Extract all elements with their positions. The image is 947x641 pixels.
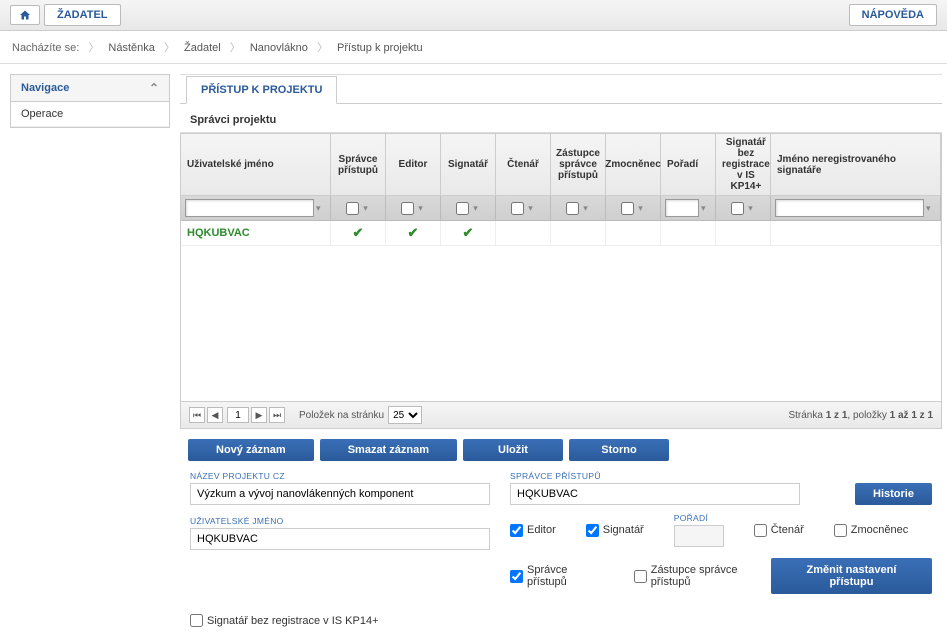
filter-reader[interactable] [511,202,524,215]
change-settings-button[interactable]: Změnit nastavení přístupu [771,558,932,594]
pager-prev[interactable]: ◀ [207,407,223,423]
detail-form: NÁZEV PROJEKTU CZ SPRÁVCE PŘÍSTUPŮ Histo… [180,471,942,639]
col-editor[interactable]: Editor [386,134,441,195]
reader-checkbox[interactable] [754,524,767,537]
check-icon: ✔ [463,225,474,241]
project-name-input[interactable] [190,483,490,505]
col-mandatary[interactable]: Zmocněnec [606,134,661,195]
filter-mandatary[interactable] [621,202,634,215]
filter-editor[interactable] [401,202,414,215]
pager-first[interactable]: ⏮ [189,407,205,423]
col-reader[interactable]: Čtenář [496,134,551,195]
col-signer[interactable]: Signatář [441,134,496,195]
username-label: UŽIVATELSKÉ JMÉNO [190,516,490,526]
filter-icon[interactable]: ▾ [471,203,481,214]
project-name-label: NÁZEV PROJEKTU CZ [190,471,490,481]
filter-icon[interactable]: ▾ [746,203,756,214]
pager-perpage-label: Položek na stránku [299,410,384,421]
users-grid: Uživatelské jméno Správce přístupů Edito… [180,133,942,429]
breadcrumb-item[interactable]: Nanovlákno [250,42,308,54]
editor-checkbox-label[interactable]: Editor [510,524,556,537]
home-button[interactable] [10,5,40,25]
chevron-up-icon: ⌃ [149,81,159,95]
new-record-button[interactable]: Nový záznam [188,439,314,461]
filter-icon[interactable]: ▾ [701,203,711,214]
save-button[interactable]: Uložit [463,439,563,461]
username-input[interactable] [190,528,490,550]
signer-checkbox-label[interactable]: Signatář [586,524,644,537]
filter-deputy[interactable] [566,202,579,215]
filter-icon[interactable]: ▾ [581,203,591,214]
order-label: POŘADÍ [674,513,724,523]
mandatary-checkbox-label[interactable]: Zmocněnec [834,524,908,537]
col-signer-noreg[interactable]: Signatář bez registrace v IS KP14+ [716,134,771,195]
filter-icon[interactable]: ▾ [416,203,426,214]
pager-last[interactable]: ⏭ [269,407,285,423]
signer-noreg-checkbox-label[interactable]: Signatář bez registrace v IS KP14+ [190,614,932,627]
pager-page-input[interactable] [227,407,249,423]
breadcrumb-label: Nacházíte se: [12,42,79,54]
col-unreg-name[interactable]: Jméno neregistrovaného signatáře [771,134,941,195]
deputy-checkbox-label[interactable]: Zástupce správce přístupů [634,564,771,588]
filter-icon[interactable]: ▾ [361,203,371,214]
admin-label: SPRÁVCE PŘÍSTUPŮ [510,471,800,481]
breadcrumb-item[interactable]: Žadatel [184,42,221,54]
deputy-checkbox[interactable] [634,570,647,583]
filter-signer-noreg[interactable] [731,202,744,215]
filter-icon[interactable]: ▾ [526,203,536,214]
pager-perpage-select[interactable]: 25 [388,406,422,424]
home-icon [19,9,31,21]
sidebar-item-operace[interactable]: Operace [11,102,169,127]
check-icon: ✔ [408,225,419,241]
signer-checkbox[interactable] [586,524,599,537]
applicant-button[interactable]: ŽADATEL [44,4,121,26]
mandatary-checkbox[interactable] [834,524,847,537]
filter-username[interactable] [185,199,314,217]
delete-record-button[interactable]: Smazat záznam [320,439,457,461]
col-username[interactable]: Uživatelské jméno [181,134,331,195]
sidebar-nav-label: Navigace [21,82,69,94]
pager: ⏮ ◀ ▶ ⏭ Položek na stránku 25 Stránka 1 … [181,401,941,428]
check-icon: ✔ [353,225,364,241]
col-deputy[interactable]: Zástupce správce přístupů [551,134,606,195]
table-row[interactable]: HQKUBVAC ✔ ✔ ✔ [181,221,941,246]
admin-input[interactable] [510,483,800,505]
help-button[interactable]: NÁPOVĚDA [849,4,937,26]
sidebar-nav-header[interactable]: Navigace ⌃ [11,75,169,102]
filter-icon[interactable]: ▾ [926,203,936,214]
breadcrumb: Nacházíte se: 〉 Nástěnka 〉 Žadatel 〉 Nan… [0,31,947,64]
admin-checkbox[interactable] [510,570,523,583]
filter-signer[interactable] [456,202,469,215]
filter-icon[interactable]: ▾ [316,203,326,214]
filter-unreg-name[interactable] [775,199,924,217]
section-title: Správci projektu [180,104,942,133]
breadcrumb-item[interactable]: Přístup k projektu [337,42,423,54]
tab-pristup[interactable]: PŘÍSTUP K PROJEKTU [186,76,337,104]
order-input[interactable] [674,525,724,547]
editor-checkbox[interactable] [510,524,523,537]
col-order[interactable]: Pořadí [661,134,716,195]
reader-checkbox-label[interactable]: Čtenář [754,524,804,537]
filter-order[interactable] [665,199,699,217]
pager-summary: Stránka 1 z 1, položky 1 až 1 z 1 [788,410,933,421]
filter-admin[interactable] [346,202,359,215]
pager-next[interactable]: ▶ [251,407,267,423]
cancel-button[interactable]: Storno [569,439,669,461]
col-admin[interactable]: Správce přístupů [331,134,386,195]
history-button[interactable]: Historie [855,483,932,505]
filter-icon[interactable]: ▾ [636,203,646,214]
admin-checkbox-label[interactable]: Správce přístupů [510,564,604,588]
row-username[interactable]: HQKUBVAC [187,227,250,239]
signer-noreg-checkbox[interactable] [190,614,203,627]
breadcrumb-item[interactable]: Nástěnka [108,42,154,54]
